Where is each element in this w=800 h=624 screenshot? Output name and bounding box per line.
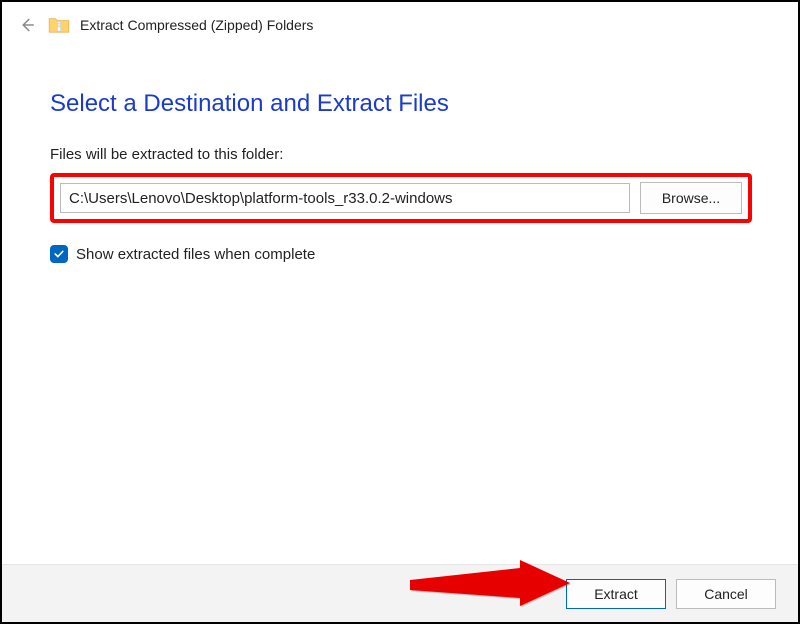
destination-path-input[interactable] bbox=[60, 183, 630, 213]
title-bar: Extract Compressed (Zipped) Folders bbox=[2, 2, 798, 44]
show-files-checkbox-row: Show extracted files when complete bbox=[50, 245, 754, 263]
zip-folder-icon bbox=[48, 16, 70, 34]
back-arrow-icon[interactable] bbox=[16, 14, 38, 36]
page-heading: Select a Destination and Extract Files bbox=[50, 90, 754, 118]
destination-label: Files will be extracted to this folder: bbox=[50, 146, 754, 163]
show-files-checkbox[interactable] bbox=[50, 245, 68, 263]
window-title: Extract Compressed (Zipped) Folders bbox=[80, 17, 313, 33]
cancel-button[interactable]: Cancel bbox=[676, 579, 776, 609]
destination-row-highlight: Browse... bbox=[50, 173, 752, 223]
content-area: Select a Destination and Extract Files F… bbox=[2, 44, 798, 263]
footer-bar: Extract Cancel bbox=[2, 564, 798, 622]
show-files-checkbox-label: Show extracted files when complete bbox=[76, 246, 315, 263]
extract-button[interactable]: Extract bbox=[566, 579, 666, 609]
browse-button[interactable]: Browse... bbox=[640, 182, 742, 214]
